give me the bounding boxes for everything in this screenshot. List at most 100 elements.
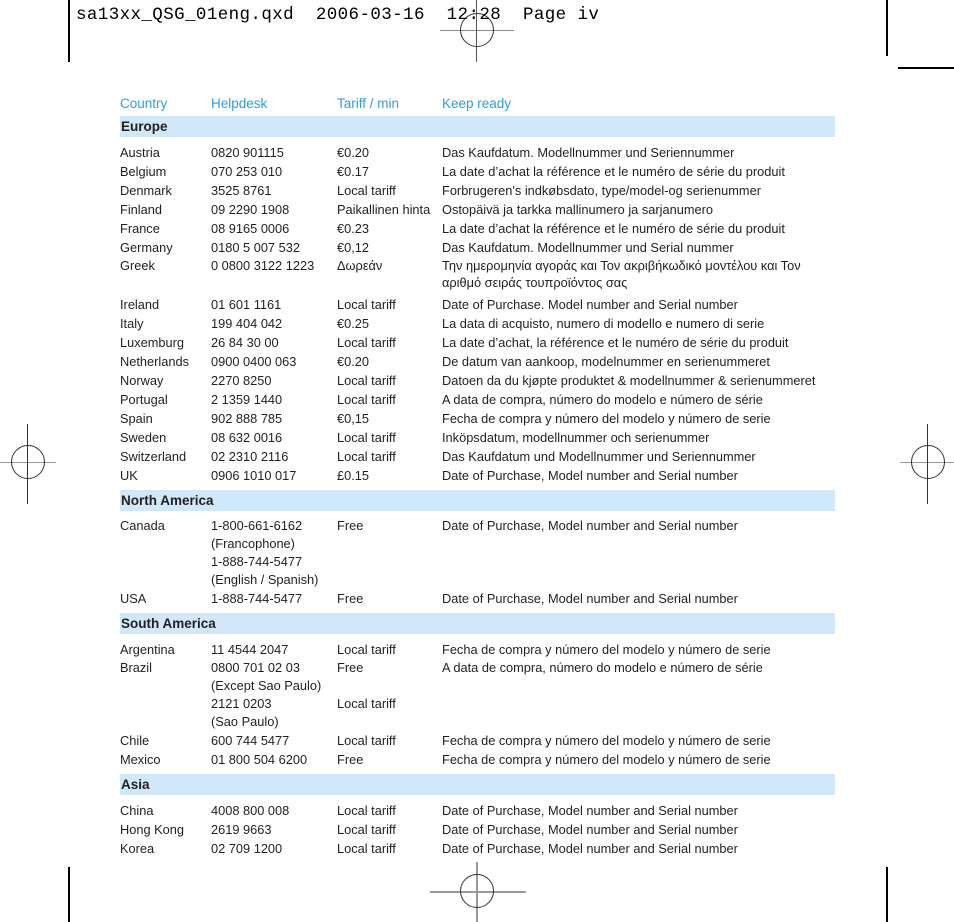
cell-helpdesk: 08 632 0016	[211, 430, 283, 445]
cell-country: France	[120, 221, 160, 236]
service-contact-table: Country Helpdesk Tariff / min Keep ready…	[120, 94, 835, 858]
cell-keep-ready: Das Kaufdatum und Modellnummer und Serie…	[442, 449, 756, 464]
cell-tariff: Local tariff	[337, 183, 396, 198]
cell-tariff: Free	[337, 752, 364, 767]
cell-helpdesk: 199 404 042	[211, 316, 283, 331]
cell-helpdesk: 070 253 010	[211, 164, 283, 179]
cell-helpdesk: 0 0800 3122 1223	[211, 258, 315, 273]
cell-helpdesk: 26 84 30 00	[211, 335, 279, 350]
cell-helpdesk: 1-800-661-6162 (Francophone) 1-888-744-5…	[211, 518, 319, 587]
cell-keep-ready: La date d’achat, la référence et le numé…	[442, 335, 789, 350]
cell-country: Brazil	[120, 660, 152, 675]
cell-helpdesk: 600 744 5477	[211, 733, 290, 748]
cell-helpdesk: 08 9165 0006	[211, 221, 290, 236]
table-row: Sweden 08 632 0016 Local tariff Inköpsdatum…	[120, 428, 835, 447]
cell-country: Argentina	[120, 642, 175, 657]
cell-country: Sweden	[120, 430, 167, 445]
table-row: Canada 1-800-661-6162 (Francophone) 1-888…	[120, 517, 835, 589]
cell-tariff: Local tariff	[337, 373, 396, 388]
cell-keep-ready: La data di acquisto, numero di modello e…	[442, 316, 765, 331]
cell-keep-ready: Datoen da du kjøpte produktet & modellnu…	[442, 373, 816, 388]
cell-tariff: Δωρεάν	[337, 258, 383, 273]
cell-tariff: Free	[337, 518, 364, 533]
table-row: Belgium 070 253 010 €0.17 La date d’achat l…	[120, 162, 835, 181]
cell-keep-ready: La date d’achat la référence et le numér…	[442, 221, 785, 236]
cell-helpdesk: 1-888-744-5477	[211, 591, 303, 606]
section-header-europe: Europe	[120, 116, 835, 137]
cell-country: Portugal	[120, 392, 168, 407]
table-row: Brazil 0800 701 02 03 (Except Sao Paulo) …	[120, 659, 835, 731]
cell-tariff: €0,15	[337, 411, 370, 426]
cell-keep-ready: A data de compra, número do modelo e núm…	[442, 392, 763, 407]
cell-tariff: Local tariff	[337, 449, 396, 464]
cell-country: Italy	[120, 316, 144, 331]
cell-country: Mexico	[120, 752, 161, 767]
table-row: Chile 600 744 5477 Local tariff Fecha de co…	[120, 731, 835, 750]
cell-keep-ready: Date of Purchase. Model number and Seria…	[442, 297, 738, 312]
cell-keep-ready: Date of Purchase, Model number and Seria…	[442, 822, 738, 837]
cell-keep-ready: A data de compra, número do modelo e núm…	[442, 660, 763, 675]
crop-mark-top-left	[68, 0, 70, 62]
table-row: Greek 0 0800 3122 1223 Δωρεάν Την ημερομηνί…	[120, 257, 835, 295]
cell-helpdesk: 4008 800 008	[211, 803, 290, 818]
cell-tariff: €0.17	[337, 164, 370, 179]
section-header-south-america: South America	[120, 613, 835, 634]
cell-helpdesk: 902 888 785	[211, 411, 283, 426]
cell-tariff: Local tariff	[337, 392, 396, 407]
table-row: UK 0906 1010 017 £0.15 Date of Purchase, Mo…	[120, 466, 835, 485]
cell-tariff: Local tariff	[337, 733, 396, 748]
table-column-headers: Country Helpdesk Tariff / min Keep ready	[120, 94, 835, 116]
cell-keep-ready: Ostopäivä ja tarkka mallinumero ja sarja…	[442, 202, 713, 217]
table-row: Ireland 01 601 1161 Local tariff Date of Pu…	[120, 295, 835, 314]
cell-keep-ready: Inköpsdatum, modellnummer och serienumme…	[442, 430, 710, 445]
page-slug-line: sa13xx_QSG_01eng.qxd 2006-03-16 12:28 Pa…	[76, 5, 600, 25]
cell-keep-ready: De datum van aankoop, modelnummer en ser…	[442, 354, 770, 369]
column-header-tariff: Tariff / min	[337, 96, 400, 111]
cell-country: Finland	[120, 202, 162, 217]
table-row: Norway 2270 8250 Local tariff Datoen da du …	[120, 371, 835, 390]
cell-helpdesk: 0900 0400 063	[211, 354, 297, 369]
table-row: USA 1-888-744-5477 Free Date of Purchase, M…	[120, 589, 835, 608]
cell-keep-ready: Date of Purchase, Model number and Seria…	[442, 803, 738, 818]
cell-tariff: Local tariff	[337, 822, 396, 837]
cell-keep-ready: Das Kaufdatum. Modellnummer und Serial n…	[442, 240, 734, 255]
cell-tariff: £0.15	[337, 468, 370, 483]
registration-mark-bottom	[430, 862, 526, 922]
cell-helpdesk: 0906 1010 017	[211, 468, 297, 483]
cell-tariff: Local tariff	[337, 803, 396, 818]
cell-keep-ready: Την ημερομηνία αγοράς και Τον ακριβήκωδι…	[442, 258, 801, 290]
table-row: Netherlands 0900 0400 063 €0.20 De datum va…	[120, 352, 835, 371]
table-row: Denmark 3525 8761 Local tariff Forbrugeren'…	[120, 181, 835, 200]
cell-keep-ready: Das Kaufdatum. Modellnummer und Seriennu…	[442, 145, 735, 160]
cell-tariff: Local tariff	[337, 297, 396, 312]
column-header-keep-ready: Keep ready	[442, 96, 512, 111]
cell-country: Luxemburg	[120, 335, 185, 350]
cell-tariff: €0.20	[337, 354, 370, 369]
cell-country: Greek	[120, 258, 155, 273]
cell-country: Korea	[120, 841, 155, 856]
table-row: Spain 902 888 785 €0,15 Fecha de compra y n…	[120, 409, 835, 428]
cell-helpdesk: 0180 5 007 532	[211, 240, 300, 255]
cell-tariff: €0,12	[337, 240, 370, 255]
registration-mark-left	[0, 418, 62, 508]
cell-helpdesk: 01 601 1161	[211, 297, 282, 312]
table-row: Portugal 2 1359 1440 Local tariff A data de…	[120, 390, 835, 409]
cell-country: Ireland	[120, 297, 160, 312]
cell-country: Switzerland	[120, 449, 187, 464]
cell-country: Chile	[120, 733, 150, 748]
cell-helpdesk: 2619 9663	[211, 822, 272, 837]
cell-tariff: €0.23	[337, 221, 370, 236]
cell-tariff: Free Local tariff	[337, 660, 396, 711]
crop-mark-top-right-horizontal	[898, 67, 954, 69]
cell-helpdesk: 11 4544 2047	[211, 642, 289, 657]
section-rows: China 4008 800 008 Local tariff Date of Pur…	[120, 795, 835, 858]
cell-keep-ready: Fecha de compra y número del modelo y nú…	[442, 411, 771, 426]
table-row: China 4008 800 008 Local tariff Date of Pur…	[120, 801, 835, 820]
table-row: Mexico 01 800 504 6200 Free Fecha de compra…	[120, 750, 835, 769]
cell-country: USA	[120, 591, 147, 606]
table-row: Finland 09 2290 1908 Paikallinen hinta Osto…	[120, 200, 835, 219]
cell-helpdesk: 2 1359 1440	[211, 392, 283, 407]
cell-tariff: Local tariff	[337, 335, 396, 350]
table-row: Argentina 11 4544 2047 Local tariff Fecha d…	[120, 640, 835, 659]
table-row: Korea 02 709 1200 Local tariff Date of Purc…	[120, 839, 835, 858]
